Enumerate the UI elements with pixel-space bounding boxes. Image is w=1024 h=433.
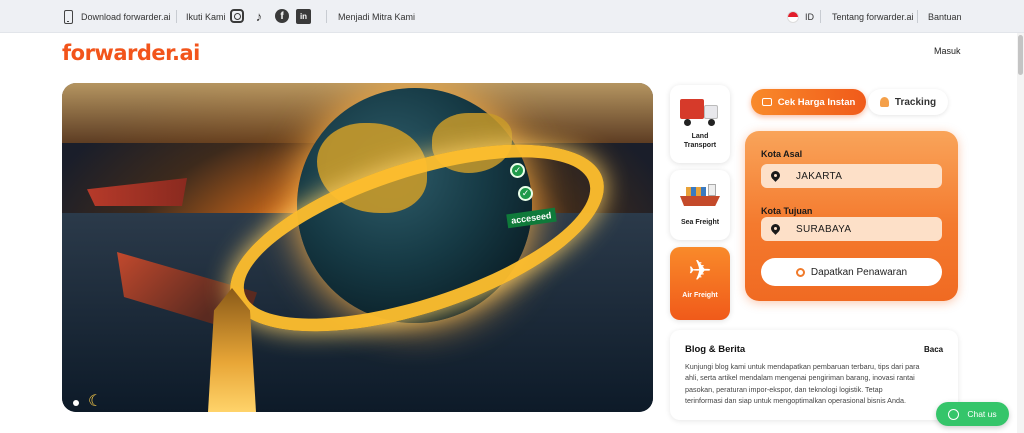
service-label: Sea Freight bbox=[680, 219, 720, 226]
location-pin-icon bbox=[771, 171, 780, 182]
whatsapp-icon bbox=[948, 408, 960, 420]
facebook-icon[interactable]: f bbox=[275, 9, 289, 23]
topbar-divider bbox=[176, 10, 177, 23]
blog-read-link[interactable]: Baca bbox=[924, 345, 943, 354]
check-icon: ✓ bbox=[510, 163, 525, 178]
page-scrollbar[interactable] bbox=[1017, 33, 1024, 433]
location-pin-icon bbox=[771, 224, 780, 235]
download-app-link[interactable]: Download forwarder.ai bbox=[64, 0, 171, 33]
phone-icon bbox=[64, 9, 73, 24]
carousel-dot[interactable] bbox=[73, 400, 79, 406]
partner-link[interactable]: Menjadi Mitra Kami bbox=[338, 0, 415, 33]
download-app-label: Download forwarder.ai bbox=[81, 11, 171, 22]
truck-icon bbox=[680, 97, 720, 127]
follow-us-label: Ikuti Kami bbox=[186, 11, 226, 22]
tracking-icon bbox=[879, 97, 889, 107]
search-icon bbox=[795, 267, 805, 277]
language-code: ID bbox=[805, 11, 814, 22]
login-link[interactable]: Masuk bbox=[934, 46, 961, 56]
origin-label: Kota Asal bbox=[761, 149, 803, 159]
service-sea-freight[interactable]: Sea Freight bbox=[670, 170, 730, 240]
tab-tracking[interactable]: Tracking bbox=[868, 89, 948, 115]
blog-title: Blog & Berita bbox=[685, 344, 746, 355]
instagram-icon[interactable] bbox=[230, 9, 244, 23]
get-offer-button[interactable]: Dapatkan Penawaran bbox=[761, 258, 942, 286]
origin-city-value: JAKARTA bbox=[796, 170, 843, 182]
tab-instant-price[interactable]: Cek Harga Instan bbox=[751, 89, 866, 115]
service-air-freight[interactable]: ✈ Air Freight bbox=[670, 247, 730, 320]
topbar-divider bbox=[820, 10, 821, 23]
help-link[interactable]: Bantuan bbox=[928, 0, 962, 33]
get-offer-label: Dapatkan Penawaran bbox=[810, 266, 908, 278]
origin-city-field[interactable]: JAKARTA bbox=[761, 164, 942, 188]
topbar-divider bbox=[326, 10, 327, 23]
scrollbar-thumb[interactable] bbox=[1018, 35, 1023, 75]
crescent-moon-icon: ☾ bbox=[88, 393, 103, 410]
tab-label: Cek Harga Instan bbox=[777, 96, 856, 108]
tiktok-icon[interactable]: ♪ bbox=[252, 9, 266, 24]
language-selector[interactable]: ID bbox=[787, 0, 814, 33]
service-land-transport[interactable]: Land Transport bbox=[670, 85, 730, 163]
logo[interactable]: forwarder.ai bbox=[62, 41, 200, 65]
destination-city-field[interactable]: SURABAYA bbox=[761, 217, 942, 241]
chat-us-button[interactable]: Chat us bbox=[936, 402, 1009, 426]
ship-icon bbox=[680, 180, 720, 210]
service-label: Air Freight bbox=[682, 292, 718, 299]
price-tag-icon bbox=[761, 98, 772, 106]
hero-banner-image: ✓ ✓ acceseed ☾ bbox=[62, 83, 653, 412]
blog-description: Kunjungi blog kami untuk mendapatkan pem… bbox=[685, 362, 920, 406]
destination-city-value: SURABAYA bbox=[796, 223, 852, 235]
destination-label: Kota Tujuan bbox=[761, 206, 813, 216]
check-icon: ✓ bbox=[518, 186, 533, 201]
indonesia-flag-icon bbox=[787, 10, 799, 23]
about-link[interactable]: Tentang forwarder.ai bbox=[832, 0, 914, 33]
chat-label: Chat us bbox=[967, 409, 997, 419]
tab-label: Tracking bbox=[894, 96, 937, 108]
service-label: Land Transport bbox=[683, 133, 717, 150]
topbar-divider bbox=[917, 10, 918, 23]
linkedin-icon[interactable]: in bbox=[296, 9, 311, 24]
plane-icon: ✈ bbox=[688, 255, 712, 286]
hero-cargo-ship bbox=[87, 178, 187, 206]
